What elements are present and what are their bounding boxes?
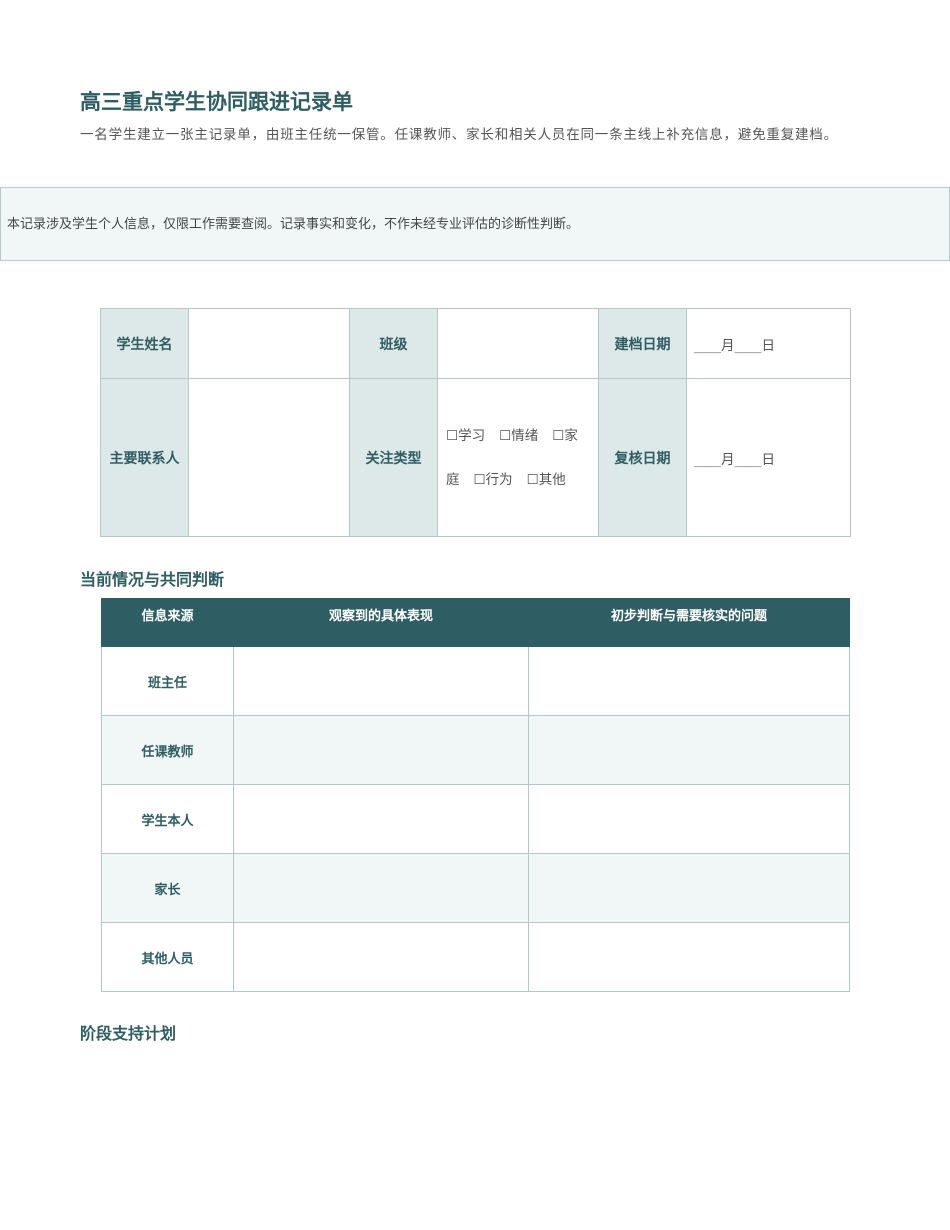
observation-cell[interactable] [233,922,529,992]
section-heading-plan: 阶段支持计划 [80,1024,177,1043]
contact-field[interactable] [188,378,350,537]
judgment-cell[interactable] [528,853,850,923]
focus-type-options: ☐学习 ☐情绪 ☐家庭 ☐行为 ☐其他 [437,378,599,537]
focus-option-other[interactable]: ☐其他 [527,472,566,488]
class-field[interactable] [437,308,599,379]
page-subtitle: 一名学生建立一张主记录单，由班主任统一保管。任课教师、家长和相关人员在同一条主线… [80,127,838,143]
focus-option-behavior[interactable]: ☐行为 [474,472,513,488]
source-label: 家长 [101,853,234,923]
student-info-table: 学生姓名 班级 建档日期 ____月____日 主要联系人 关注类型 ☐学习 ☐情… [100,308,851,537]
source-label: 班主任 [101,646,234,716]
student-name-field[interactable] [188,308,350,379]
observation-table: 信息来源 观察到的具体表现 初步判断与需要核实的问题 班主任 任课教师 学生本人… [101,598,850,992]
observation-cell[interactable] [233,853,529,923]
section-heading-current: 当前情况与共同判断 [80,570,225,589]
table-row: 任课教师 [101,715,850,785]
review-date-label: 复核日期 [598,378,687,537]
focus-option-emotion[interactable]: ☐情绪 [499,428,538,444]
source-label: 学生本人 [101,784,234,854]
created-date-field[interactable]: ____月____日 [686,308,851,379]
column-header-judgment: 初步判断与需要核实的问题 [528,598,850,647]
review-date-field[interactable]: ____月____日 [686,378,851,537]
judgment-cell[interactable] [528,715,850,785]
observation-cell[interactable] [233,784,529,854]
column-header-source: 信息来源 [101,598,234,647]
page-title: 高三重点学生协同跟进记录单 [80,90,353,114]
table-row: 学生本人 [101,784,850,854]
table-row: 家长 [101,853,850,923]
source-label: 其他人员 [101,922,234,992]
contact-label: 主要联系人 [100,378,189,537]
judgment-cell[interactable] [528,922,850,992]
privacy-notice: 本记录涉及学生个人信息，仅限工作需要查阅。记录事实和变化，不作未经专业评估的诊断… [0,187,950,261]
focus-option-study[interactable]: ☐学习 [446,428,485,444]
column-header-observation: 观察到的具体表现 [233,598,529,647]
class-label: 班级 [349,308,438,379]
observation-cell[interactable] [233,646,529,716]
student-name-label: 学生姓名 [100,308,189,379]
table-row: 班主任 [101,646,850,716]
focus-type-label: 关注类型 [349,378,438,537]
observation-cell[interactable] [233,715,529,785]
source-label: 任课教师 [101,715,234,785]
table-row: 其他人员 [101,922,850,992]
judgment-cell[interactable] [528,646,850,716]
privacy-notice-text: 本记录涉及学生个人信息，仅限工作需要查阅。记录事实和变化，不作未经专业评估的诊断… [7,217,580,232]
judgment-cell[interactable] [528,784,850,854]
created-date-label: 建档日期 [598,308,687,379]
